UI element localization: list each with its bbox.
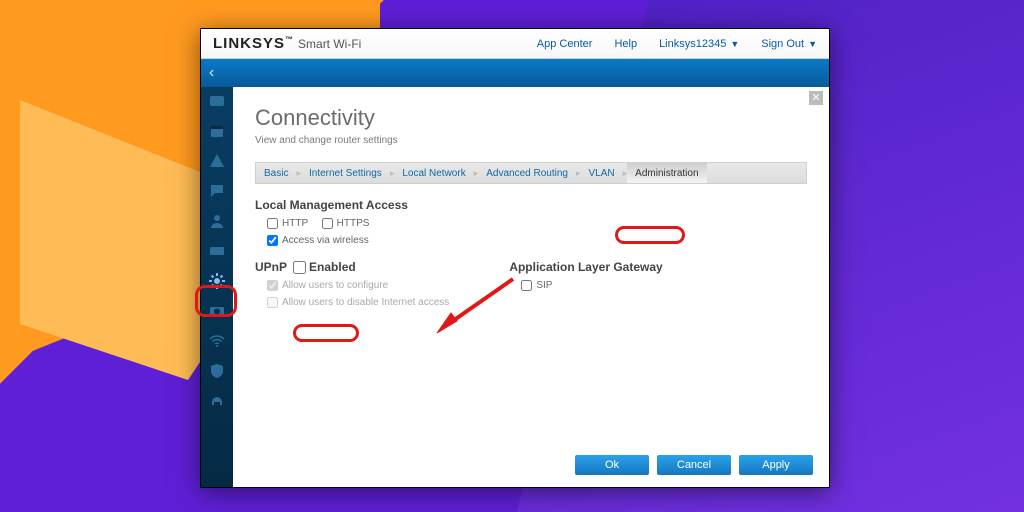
apply-button[interactable]: Apply <box>739 455 813 475</box>
users-icon[interactable] <box>207 213 227 229</box>
cancel-button[interactable]: Cancel <box>657 455 731 475</box>
settings-icon[interactable] <box>207 273 227 289</box>
shield-icon[interactable] <box>207 363 227 379</box>
nav-sign-out[interactable]: Sign Out▼ <box>761 38 817 50</box>
close-icon[interactable]: ✕ <box>809 91 823 105</box>
tab-internet-settings[interactable]: Internet Settings <box>301 163 390 183</box>
camera-icon[interactable] <box>207 303 227 319</box>
button-bar: Ok Cancel Apply <box>575 455 813 475</box>
allow-disable-net-checkbox <box>267 297 278 308</box>
collapse-bar: ‹ <box>201 59 829 87</box>
page-subtitle: View and change router settings <box>255 135 807 146</box>
wifi-icon[interactable] <box>207 333 227 349</box>
highlight-upnp-enabled <box>293 324 359 342</box>
upnp-enabled-label: Enabled <box>309 260 356 274</box>
body-area: ✕ Connectivity View and change router se… <box>201 87 829 487</box>
calendar-icon[interactable] <box>207 123 227 139</box>
page-title: Connectivity <box>255 105 807 131</box>
chevron-left-icon[interactable]: ‹ <box>209 64 214 82</box>
section-upnp: UPnP <box>255 260 287 274</box>
nav-app-center[interactable]: App Center <box>537 38 593 50</box>
sidebar <box>201 87 233 487</box>
tab-administration[interactable]: Administration <box>627 163 706 183</box>
chevron-down-icon: ▼ <box>730 39 739 49</box>
sip-checkbox[interactable] <box>521 280 532 291</box>
content-pane: ✕ Connectivity View and change router se… <box>233 87 829 487</box>
http-label: HTTP <box>282 218 308 229</box>
card-icon[interactable] <box>207 243 227 259</box>
brand-subtitle: Smart Wi-Fi <box>298 37 361 51</box>
sip-label: SIP <box>536 280 552 291</box>
tab-basic[interactable]: Basic <box>256 163 296 183</box>
nav-help[interactable]: Help <box>614 38 637 50</box>
http-checkbox[interactable] <box>267 218 278 229</box>
section-local-mgmt: Local Management Access <box>255 198 807 212</box>
access-wireless-checkbox[interactable] <box>267 235 278 246</box>
access-wireless-label: Access via wireless <box>282 235 369 246</box>
upnp-enabled-checkbox[interactable] <box>293 261 306 274</box>
allow-configure-checkbox <box>267 280 278 291</box>
tab-vlan[interactable]: VLAN <box>581 163 623 183</box>
topbar: LINKSYS™ Smart Wi-Fi App Center Help Lin… <box>201 29 829 59</box>
dashboard-icon[interactable] <box>207 93 227 109</box>
chat-icon[interactable] <box>207 183 227 199</box>
tab-advanced-routing[interactable]: Advanced Routing <box>478 163 576 183</box>
chevron-down-icon: ▼ <box>808 39 817 49</box>
nav-account[interactable]: Linksys12345▼ <box>659 38 739 50</box>
https-checkbox[interactable] <box>322 218 333 229</box>
tab-local-network[interactable]: Local Network <box>394 163 473 183</box>
warning-icon[interactable] <box>207 153 227 169</box>
tabstrip: Basic▸ Internet Settings▸ Local Network▸… <box>255 162 807 184</box>
headset-icon[interactable] <box>207 393 227 409</box>
ok-button[interactable]: Ok <box>575 455 649 475</box>
app-window: LINKSYS™ Smart Wi-Fi App Center Help Lin… <box>200 28 830 488</box>
section-alg: Application Layer Gateway <box>509 260 662 274</box>
https-label: HTTPS <box>337 218 370 229</box>
allow-configure-label: Allow users to configure <box>282 280 388 291</box>
allow-disable-net-label: Allow users to disable Internet access <box>282 297 449 308</box>
brand-logo: LINKSYS™ <box>213 35 294 52</box>
